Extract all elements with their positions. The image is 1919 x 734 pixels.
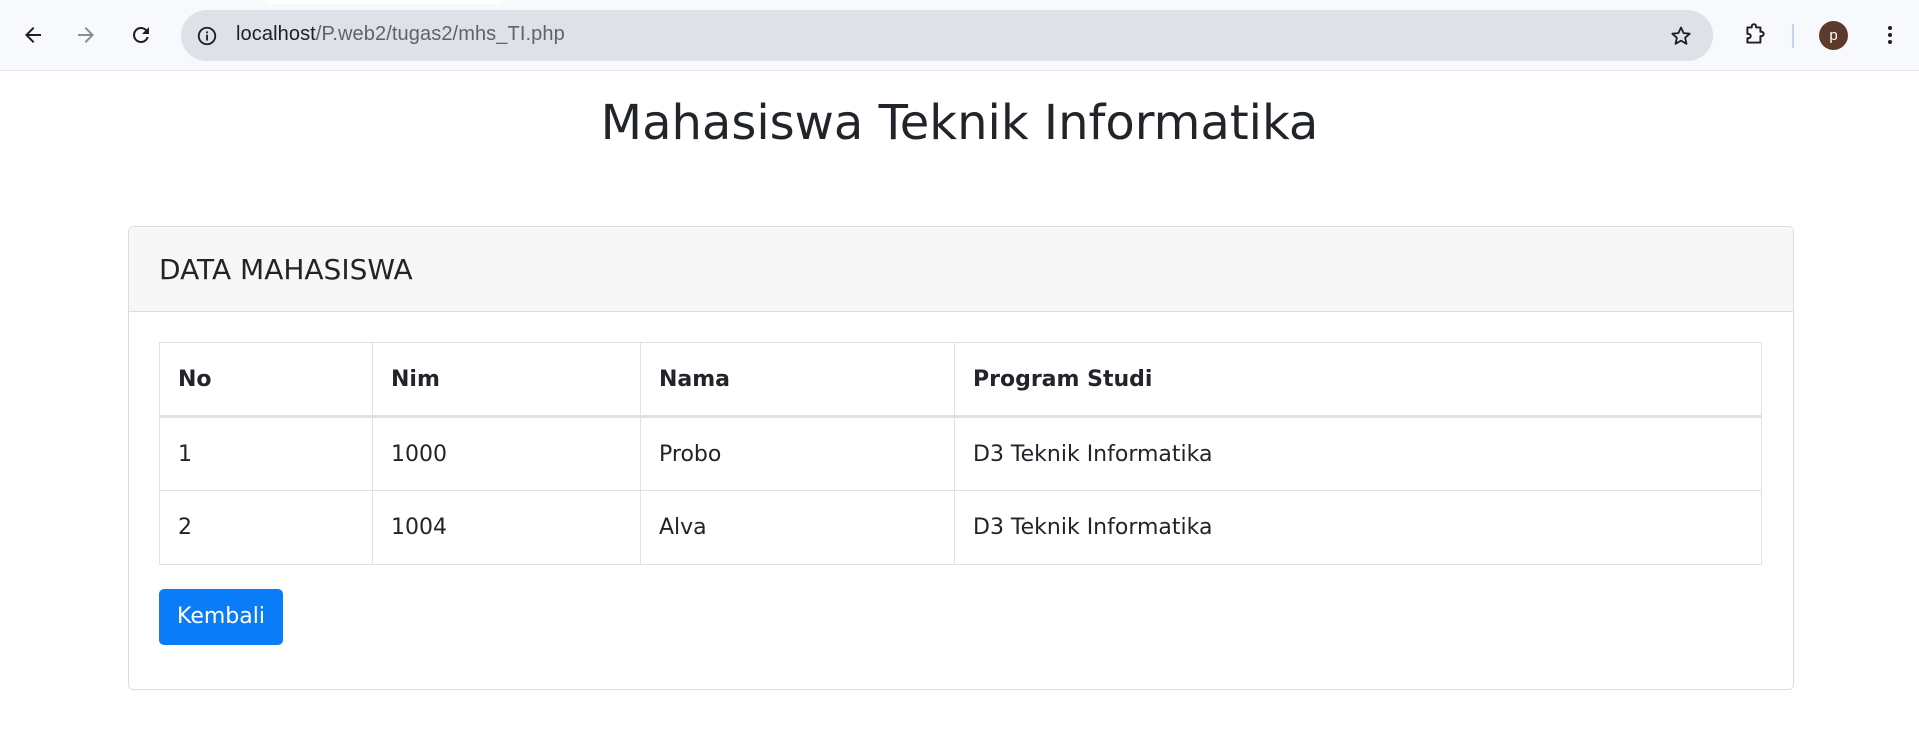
forward-icon[interactable]	[68, 17, 104, 53]
browser-toolbar: localhost/P.web2/tugas2/mhs_TI.php p	[0, 0, 1919, 71]
cell-nama: Probo	[640, 416, 955, 491]
column-header-no: No	[159, 342, 373, 418]
table-header-row: No Nim Nama Program Studi	[159, 342, 1762, 418]
reload-icon[interactable]	[123, 17, 159, 53]
cell-no: 2	[159, 490, 373, 565]
card-header: DATA MAHASISWA	[129, 227, 1793, 312]
card-header-title: DATA MAHASISWA	[159, 252, 413, 286]
column-header-nim: Nim	[372, 342, 641, 418]
card-body: No Nim Nama Program Studi 1 1000 Probo D…	[129, 312, 1793, 645]
url-host: localhost	[236, 23, 316, 45]
kebab-menu-icon[interactable]	[1872, 17, 1908, 53]
bookmark-star-icon[interactable]	[1667, 22, 1695, 50]
profile-avatar[interactable]: p	[1819, 21, 1848, 50]
site-info-icon[interactable]	[193, 22, 221, 50]
back-icon[interactable]	[15, 17, 51, 53]
extensions-puzzle-icon[interactable]	[1737, 17, 1773, 53]
data-card: DATA MAHASISWA No Nim Nama Program Studi…	[128, 226, 1794, 690]
kembali-button[interactable]: Kembali	[159, 589, 283, 645]
table-row: 2 1004 Alva D3 Teknik Informatika	[159, 490, 1762, 565]
cell-program-studi: D3 Teknik Informatika	[954, 416, 1762, 491]
cell-no: 1	[159, 416, 373, 491]
url-path: /P.web2/tugas2/mhs_TI.php	[315, 23, 565, 45]
student-table: No Nim Nama Program Studi 1 1000 Probo D…	[159, 342, 1762, 565]
cell-nama: Alva	[640, 490, 955, 565]
column-header-program-studi: Program Studi	[954, 342, 1762, 418]
url-text[interactable]: localhost/P.web2/tugas2/mhs_TI.php	[236, 23, 565, 46]
cell-program-studi: D3 Teknik Informatika	[954, 490, 1762, 565]
cell-nim: 1000	[372, 416, 641, 491]
cell-nim: 1004	[372, 490, 641, 565]
column-header-nama: Nama	[640, 342, 955, 418]
page-title: Mahasiswa Teknik Informatika	[600, 95, 1319, 151]
address-bar[interactable]: localhost/P.web2/tugas2/mhs_TI.php	[181, 10, 1713, 61]
table-row: 1 1000 Probo D3 Teknik Informatika	[159, 416, 1762, 491]
toolbar-divider	[1792, 24, 1794, 48]
active-tab-edge	[265, 0, 503, 4]
